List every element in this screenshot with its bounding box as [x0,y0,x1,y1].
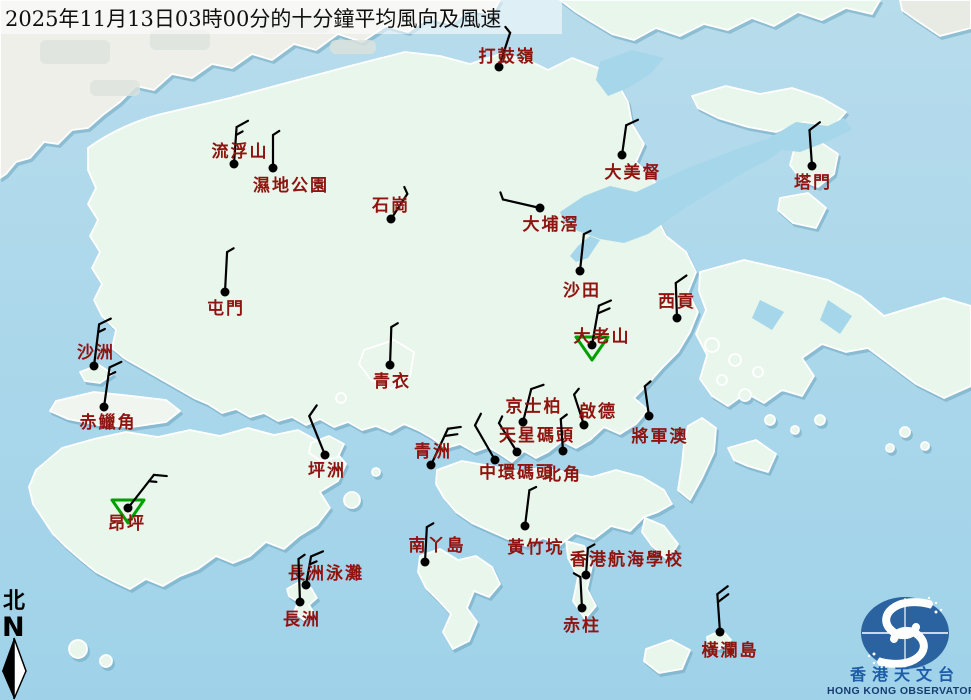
station-dot [716,628,725,637]
station-dot [578,604,587,613]
station-label: 西貢 [658,292,696,312]
station-label: 青洲 [414,441,452,462]
hong-kong-wind-map: 2025年11月13日03時00分的十分鐘平均風向及風速 流浮山濕地公園 打鼓嶺大… [0,0,971,700]
station-dot [269,164,278,173]
station-dot [321,451,330,460]
station-dot [618,151,627,160]
station-label: 青衣 [373,371,411,392]
station-dot [582,571,591,580]
hko-logo-en-text: HONG KONG OBSERVATORY [827,685,971,697]
station-label: 打鼓嶺 [479,46,536,67]
hko-logo-zh-text: 香港天文台 [849,665,960,684]
station-dot [386,361,395,370]
station-dot [576,267,585,276]
station-label: 南丫島 [409,535,466,556]
station-label: 濕地公園 [253,175,329,196]
station-dot [221,288,230,297]
station-label: 沙田 [563,281,601,301]
station-label: 赤鱲角 [80,412,137,433]
compass-north-zh: 北 [3,588,25,614]
map-title: 2025年11月13日03時00分的十分鐘平均風向及風速 [5,7,501,31]
wind-barb-tick [149,481,156,482]
station-label: 北角 [544,464,582,485]
station-label: 橫瀾島 [702,640,759,661]
station-dot [673,314,682,323]
station-dot [513,448,522,457]
station-label: 赤柱 [563,615,601,636]
station-dot [124,504,133,513]
station-label: 香港航海學校 [570,549,684,570]
wind-barb-tick [154,475,167,476]
station-label: 昂坪 [108,514,146,534]
station-label: 京士柏 [506,396,563,417]
wind-barb-shaft [390,327,391,365]
station-label: 天星碼頭 [499,426,575,446]
station-label: 流浮山 [212,141,269,162]
station-label: 沙洲 [77,343,115,363]
station-dot [645,412,654,421]
station-label: 啟德 [579,401,617,422]
station-dot [559,447,568,456]
ma-wan-island [336,393,346,403]
station-dot [100,403,109,412]
station-label: 大老山 [574,326,631,347]
station-dot [296,598,305,607]
station-label: 大埔滘 [523,214,580,235]
station-dot [808,162,817,171]
station-label: 石崗 [371,196,410,216]
station-label: 將軍澳 [632,426,689,447]
soko-island-2 [100,655,112,667]
kau-yi-chau-island [372,468,380,476]
station-label: 大美督 [605,162,662,183]
wind-barb-shaft [298,559,300,602]
station-label: 坪洲 [308,461,346,481]
station-label: 屯門 [207,298,245,319]
station-label: 黃竹坑 [507,537,565,558]
soko-island-1 [69,640,87,658]
station-dot [536,204,545,213]
station-label: 塔門 [794,172,832,193]
hei-ling-chau-island [344,492,360,508]
station-label: 長洲 [283,610,321,630]
wind-map-page: 2025年11月13日03時00分的十分鐘平均風向及風速 流浮山濕地公園 打鼓嶺大… [0,0,971,700]
station-dot [521,522,530,531]
station-dot [421,558,430,567]
